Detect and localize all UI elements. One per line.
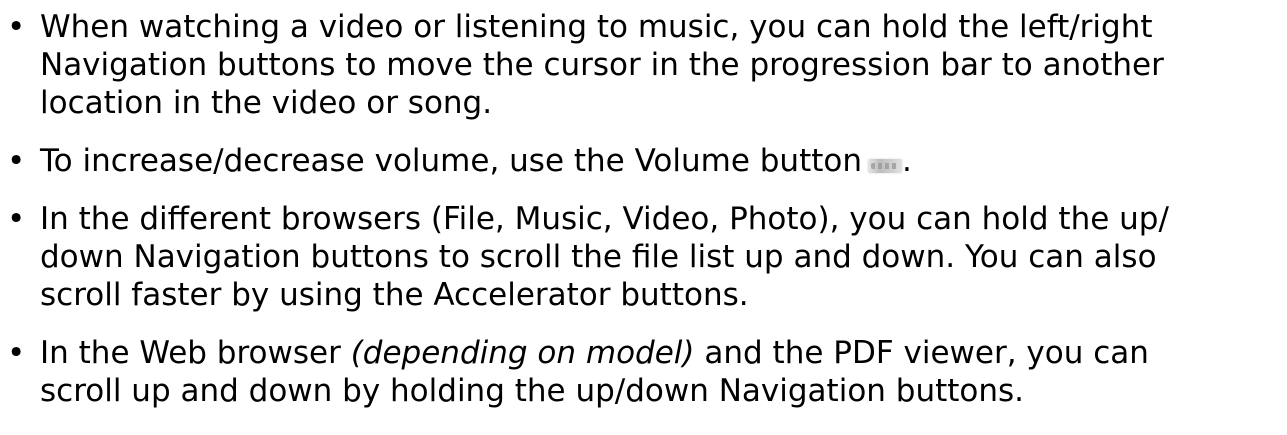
list-item-volume: • To increase/decrease volume, use the V… [0,142,1287,180]
volume-text: To increase/decrease volume, use the Vol… [40,143,862,179]
period-text: . [902,143,912,179]
web-browser-text: In the Web browser [40,335,351,371]
text-line: scroll faster by using the Accelerator b… [40,277,749,313]
volume-button-icon [868,159,902,173]
list-item-browsers: • In the different browsers (File, Music… [0,200,1287,314]
text-line: When watching a video or listening to mu… [40,9,1153,45]
text-line: In the different browsers (File, Music, … [40,201,1169,237]
text-line: down Navigation buttons to scroll the fi… [40,239,1157,275]
text-line: scroll up and down by holding the up/dow… [40,373,1025,409]
bullet-dot: • [7,143,26,179]
text-line: Navigation buttons to move the cursor in… [40,47,1164,83]
bullet-dot: • [7,335,26,371]
list-item-web-browser: • In the Web browser (depending on model… [0,334,1287,410]
model-note: (depending on model) [350,335,695,371]
text-line: In the Web browser (depending on model) … [40,334,1287,372]
bullet-dot: • [7,201,26,237]
pdf-viewer-text: and the PDF viewer, you can [694,335,1149,371]
bullet-dot: • [7,9,26,45]
text-line: To increase/decrease volume, use the Vol… [40,142,1287,180]
text-line: location in the video or song. [40,85,493,121]
bullet-list: • When watching a video or listening to … [0,8,1287,430]
list-item-seek: • When watching a video or listening to … [0,8,1287,122]
